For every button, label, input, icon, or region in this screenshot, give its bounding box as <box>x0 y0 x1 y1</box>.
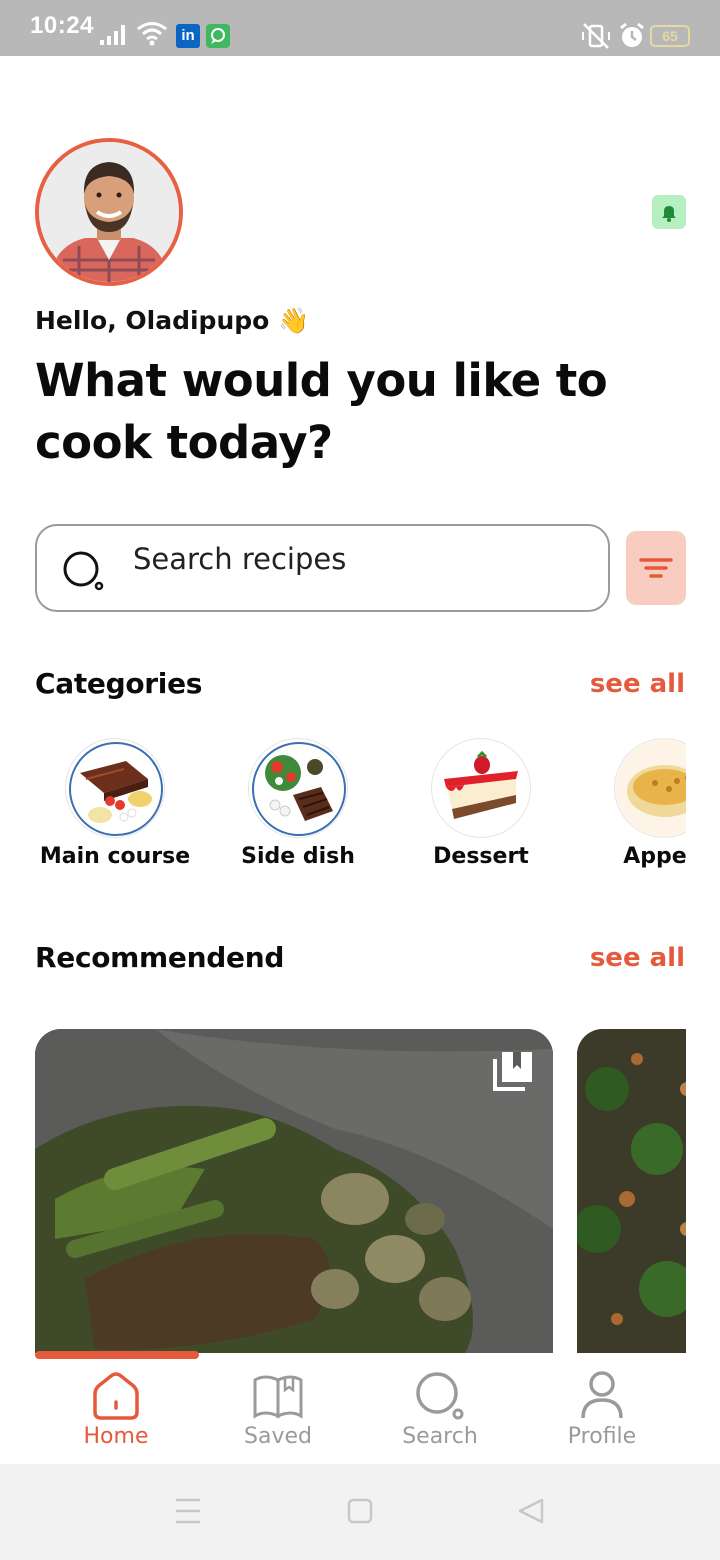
categories-see-all-link[interactable]: see all <box>590 669 685 699</box>
back-icon[interactable] <box>518 1498 544 1524</box>
category-appetizer[interactable]: Appeti <box>584 738 686 869</box>
search-icon <box>416 1372 464 1420</box>
home-icon <box>93 1372 139 1420</box>
chat-icon <box>206 24 230 48</box>
nav-search[interactable]: Search <box>360 1368 520 1449</box>
search-input[interactable]: Search recipes <box>35 524 610 612</box>
bookmark-icon[interactable] <box>491 1049 535 1093</box>
notification-button[interactable] <box>652 195 686 229</box>
appetizer-image <box>614 738 686 838</box>
status-time: 10:24 <box>30 12 94 39</box>
nav-label: Search <box>402 1424 478 1449</box>
signal-icon <box>100 25 125 45</box>
category-side-dish[interactable]: Side dish <box>218 738 378 869</box>
menu-icon[interactable] <box>176 1498 200 1524</box>
bell-icon <box>662 206 676 222</box>
recipe-card[interactable] <box>577 1029 686 1353</box>
bottom-nav: Home Saved Search Profile <box>0 1360 720 1464</box>
category-main-course[interactable]: Main course <box>35 738 195 869</box>
recipe-image <box>35 1029 553 1353</box>
side-dish-image <box>248 738 348 838</box>
main-course-image <box>65 738 165 838</box>
wifi-icon <box>137 22 167 46</box>
nav-label: Profile <box>567 1424 637 1449</box>
linkedin-icon: in <box>176 24 200 48</box>
category-label: Dessert <box>433 844 529 869</box>
carousel-progress-bar <box>35 1351 199 1359</box>
alarm-icon <box>620 22 644 47</box>
home-square-icon[interactable] <box>347 1498 373 1524</box>
recommended-list <box>35 1029 686 1353</box>
book-icon <box>253 1375 303 1419</box>
avatar-photo <box>39 142 179 282</box>
status-bar: 10:24 in 65 <box>0 0 720 56</box>
search-placeholder: Search recipes <box>133 542 347 576</box>
dessert-image <box>431 738 531 838</box>
category-label: Appeti <box>623 844 686 869</box>
greeting: Hello, Oladipupo 👋 <box>35 306 310 335</box>
avatar[interactable] <box>35 138 183 286</box>
nav-profile[interactable]: Profile <box>522 1368 682 1449</box>
filter-icon <box>639 558 673 578</box>
user-icon <box>581 1371 623 1419</box>
categories-title: Categories <box>35 667 203 700</box>
page-title: What would you like to cook today? <box>35 354 608 469</box>
battery-icon: 65 <box>650 25 690 47</box>
recommended-title: Recommendend <box>35 941 285 974</box>
category-label: Main course <box>39 844 191 869</box>
nav-home[interactable]: Home <box>36 1368 196 1449</box>
recipe-card[interactable] <box>35 1029 553 1353</box>
recipe-image <box>577 1029 686 1353</box>
filter-button[interactable] <box>626 531 686 605</box>
system-nav-bar <box>0 1464 720 1560</box>
categories-list: Main course Side dish Dessert Appe <box>35 738 686 878</box>
nav-label: Saved <box>244 1424 312 1449</box>
recommended-see-all-link[interactable]: see all <box>590 943 685 973</box>
vibrate-mute-icon <box>582 23 610 49</box>
category-label: Side dish <box>241 844 355 869</box>
category-dessert[interactable]: Dessert <box>401 738 561 869</box>
nav-label: Home <box>83 1424 149 1449</box>
search-icon <box>63 551 104 591</box>
nav-saved[interactable]: Saved <box>198 1368 358 1449</box>
